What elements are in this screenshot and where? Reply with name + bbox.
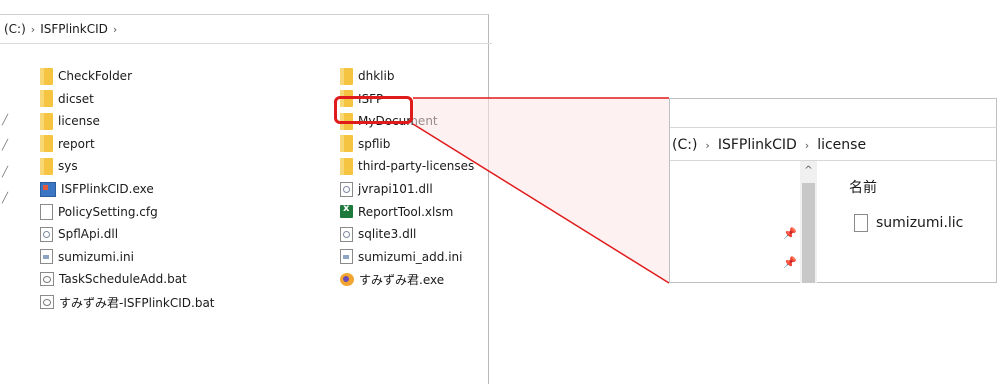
pin-icon: 📌 (783, 256, 797, 269)
pin-icon: 📌 (783, 227, 797, 240)
chevron-right-icon: › (705, 139, 710, 152)
zoom-callout-fill (413, 98, 669, 283)
zoom-address-subfolder[interactable]: license (817, 137, 866, 153)
zoomed-explorer-window: (C:) › ISFPlinkCID › license ^ 📌 📌 名前 sumizu… (669, 98, 997, 283)
zoom-address-bar[interactable]: (C:) › ISFPlinkCID › license (670, 127, 997, 161)
column-header-name[interactable]: 名前 (849, 177, 877, 197)
file-icon (854, 214, 868, 232)
scrollbar-thumb[interactable] (802, 183, 815, 283)
zoom-address-folder[interactable]: ISFPlinkCID (718, 137, 797, 153)
file-item-sumizumi-lic[interactable]: sumizumi.lic (854, 214, 963, 232)
file-name: sumizumi.lic (876, 215, 964, 231)
scroll-up-arrow-icon[interactable]: ^ (800, 165, 817, 176)
zoom-address-drive[interactable]: (C:) (672, 137, 697, 153)
chevron-right-icon: › (804, 139, 810, 152)
nav-pane-scrollbar[interactable]: ^ (800, 161, 817, 283)
